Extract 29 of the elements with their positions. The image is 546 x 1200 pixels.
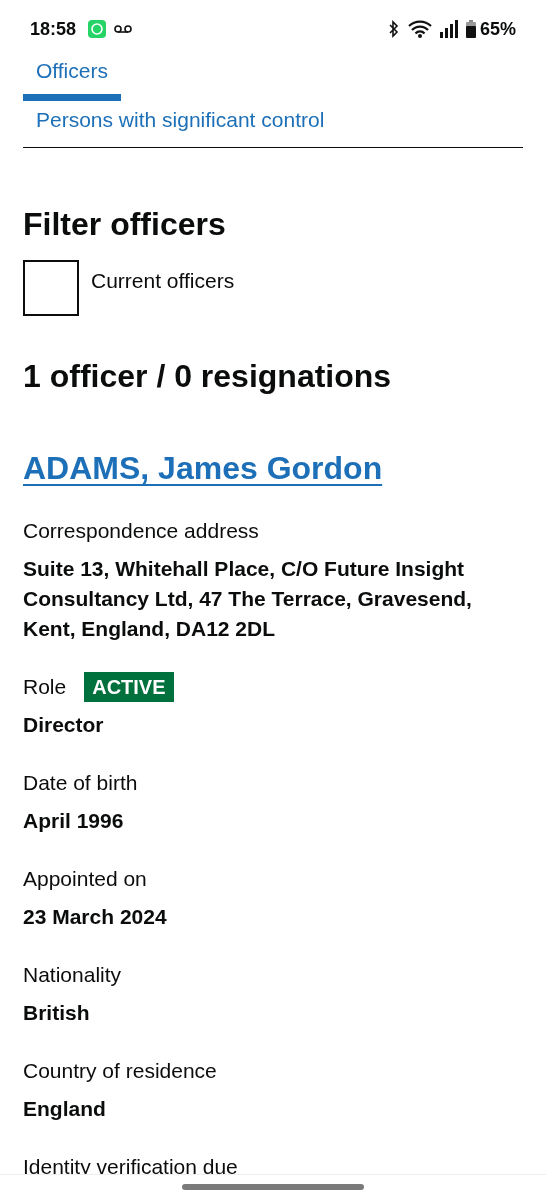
officer-count: 1 officer / 0 resignations: [23, 357, 393, 396]
signal-icon: [439, 20, 458, 38]
voicemail-icon: [114, 24, 133, 34]
tab[interactable]: Officers: [23, 58, 121, 101]
wifi-icon: [407, 20, 432, 38]
detail-label: Role: [23, 674, 67, 700]
status-tag: ACTIVE: [84, 672, 174, 702]
checkbox[interactable]: [23, 260, 79, 316]
detail-label: Correspondence address: [23, 518, 259, 544]
bluetooth-icon: [387, 20, 400, 38]
tab[interactable]: Persons with significant control: [23, 107, 338, 133]
detail-value: Director: [23, 712, 105, 738]
battery-icon: [465, 20, 476, 38]
status-time: 18:58: [30, 18, 77, 40]
filter-heading: Filter officers: [23, 205, 227, 244]
detail-value: England: [23, 1096, 107, 1122]
detail-value: Suite 13, Whitehall Place, C/O Future Insight Consultancy Ltd, 47 The Terrace, Gravesend, Kent, England, DA12 2DL: [23, 556, 473, 642]
detail-value: April 1996: [23, 808, 125, 834]
checkbox-label: Current officers: [91, 269, 235, 293]
chat-app-icon: [88, 20, 107, 38]
detail-value: 23 March 2024: [23, 904, 168, 930]
detail-value: British: [23, 1000, 91, 1026]
detail-label: Nationality: [23, 962, 122, 988]
officer-name-link[interactable]: ADAMS, James Gordon: [23, 448, 383, 488]
detail-label: Date of birth: [23, 770, 138, 796]
detail-label: Appointed on: [23, 866, 147, 892]
detail-label: Country of residence: [23, 1058, 217, 1084]
battery-percentage: 65%: [479, 18, 516, 40]
detail-label: Identity verification due: [23, 1154, 238, 1180]
